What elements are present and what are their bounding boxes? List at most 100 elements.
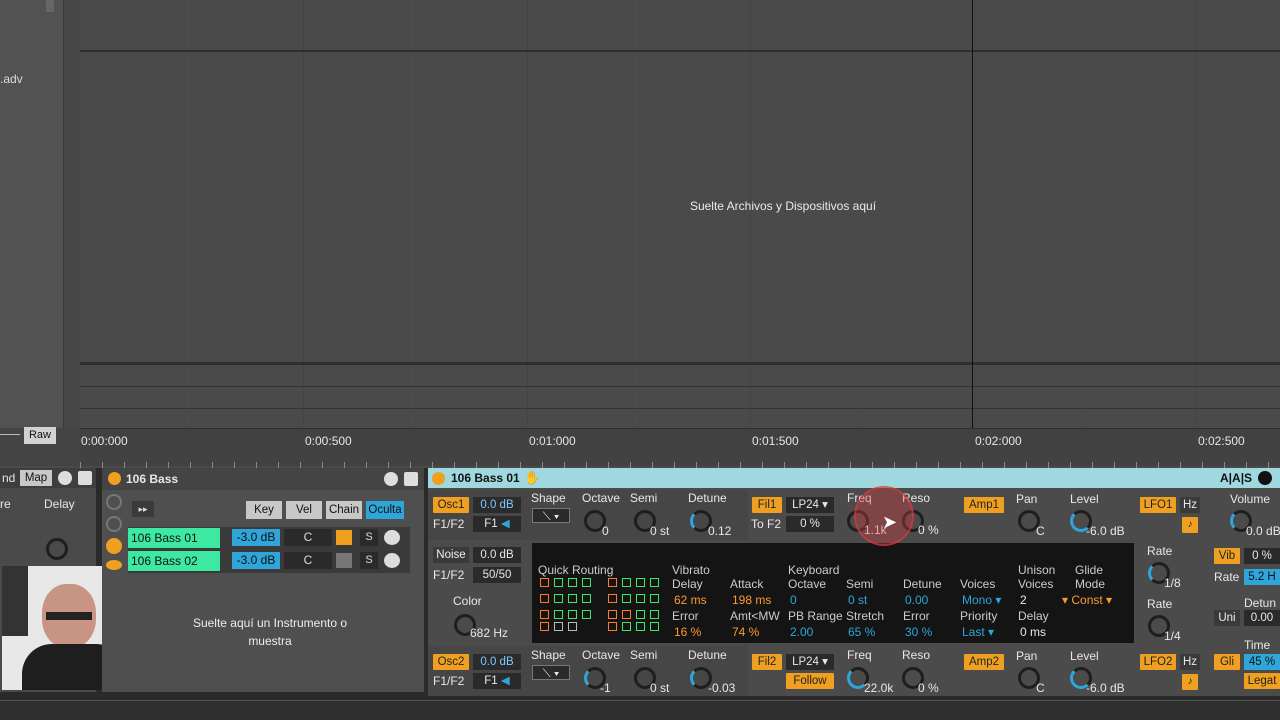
glide-time-value[interactable]: 45 % bbox=[1244, 654, 1280, 670]
hand-icon: ✋ bbox=[524, 470, 541, 485]
fil2-button[interactable]: Fil2 bbox=[752, 654, 782, 670]
amp1-button[interactable]: Amp1 bbox=[964, 497, 1004, 513]
routing-preset-1[interactable] bbox=[540, 578, 596, 631]
pb-range-value[interactable]: 2.00 bbox=[790, 625, 813, 639]
delay-knob[interactable] bbox=[46, 538, 68, 560]
timeline-ruler[interactable] bbox=[80, 428, 1280, 466]
chain-volume[interactable]: -3.0 dB bbox=[232, 529, 280, 546]
lfo2-sync-icon[interactable]: ♪ bbox=[1182, 674, 1198, 690]
map-button[interactable]: Map bbox=[20, 470, 52, 486]
scroll-handle[interactable] bbox=[46, 0, 54, 12]
routing-preset-2[interactable] bbox=[608, 578, 664, 631]
osc1-gain[interactable]: 0.0 dB bbox=[473, 497, 521, 513]
osc2-detune-value: -0.03 bbox=[708, 681, 736, 695]
rack-edit-icon[interactable] bbox=[384, 472, 398, 486]
kb-detune-value[interactable]: 0.00 bbox=[905, 593, 928, 607]
uni-button[interactable]: Uni bbox=[1214, 610, 1240, 626]
voices-select[interactable]: Mono ▾ bbox=[962, 593, 1001, 607]
amp2-button[interactable]: Amp2 bbox=[964, 654, 1004, 670]
uni-value[interactable]: 0.00 bbox=[1244, 610, 1280, 626]
hide-button[interactable]: Oculta bbox=[366, 501, 404, 519]
vel-button[interactable]: Vel bbox=[286, 501, 322, 519]
osc1-route[interactable]: F1 ◀ bbox=[473, 516, 521, 532]
glide-button[interactable]: Gli bbox=[1214, 654, 1240, 670]
chain-options-icon[interactable] bbox=[384, 553, 400, 568]
noise-route-label: F1/F2 bbox=[433, 568, 465, 582]
vibrato-error-value[interactable]: 16 % bbox=[674, 625, 701, 639]
synth-header[interactable] bbox=[428, 468, 1280, 488]
drop-hint: Suelte Archivos y Dispositivos aquí bbox=[689, 199, 877, 213]
arrangement-view[interactable]: .adv Suelte Archivos y Dispositivos aquí… bbox=[0, 0, 1280, 468]
rack-title: 106 Bass bbox=[126, 472, 179, 486]
fil1-button[interactable]: Fil1 bbox=[752, 497, 782, 513]
fil2-freq-label: Freq bbox=[847, 648, 872, 662]
chain-pan[interactable]: C bbox=[284, 552, 332, 569]
osc2-gain[interactable]: 0.0 dB bbox=[473, 654, 521, 670]
fil2-follow-button[interactable]: Follow bbox=[786, 673, 834, 689]
vib-value[interactable]: 0 % bbox=[1244, 548, 1280, 564]
solo-button[interactable]: S bbox=[360, 529, 378, 546]
kb-error-value[interactable]: 30 % bbox=[905, 625, 932, 639]
amt-mw-value[interactable]: 74 % bbox=[732, 625, 759, 639]
vib-rate-value[interactable]: 5.2 H bbox=[1244, 569, 1280, 585]
synth-power-icon[interactable] bbox=[432, 472, 445, 485]
chain-button[interactable]: Chain bbox=[326, 501, 362, 519]
noise-route[interactable]: 50/50 bbox=[473, 567, 521, 583]
kb-semi-value[interactable]: 0 st bbox=[848, 593, 867, 607]
noise-gain[interactable]: 0.0 dB bbox=[473, 547, 521, 563]
fil1-type-select[interactable]: LP24 ▾ bbox=[786, 497, 834, 513]
browser-scroll-strip[interactable] bbox=[64, 0, 80, 428]
lfo1-sync-icon[interactable]: ♪ bbox=[1182, 517, 1198, 533]
speaker-icon[interactable] bbox=[336, 530, 352, 545]
rack-device-icon[interactable] bbox=[106, 560, 122, 570]
speaker-icon[interactable] bbox=[336, 553, 352, 568]
unison-voices-value[interactable]: 2 bbox=[1020, 593, 1027, 607]
osc2-button[interactable]: Osc2 bbox=[433, 654, 469, 670]
rack-macro-icon[interactable] bbox=[106, 494, 122, 510]
synth-options-icon[interactable] bbox=[1258, 471, 1272, 485]
rack-power-icon[interactable] bbox=[108, 472, 121, 485]
unison-delay-value[interactable]: 0 ms bbox=[1020, 625, 1046, 639]
keyboard-label: Keyboard bbox=[788, 563, 840, 577]
osc2-shape-label: Shape bbox=[531, 648, 566, 662]
raw-button[interactable]: Raw bbox=[24, 427, 56, 444]
rack-chain-icon[interactable] bbox=[106, 516, 122, 532]
chain-pan[interactable]: C bbox=[284, 529, 332, 546]
edit-icon[interactable] bbox=[58, 471, 72, 485]
vibrato-attack-value[interactable]: 198 ms bbox=[732, 593, 771, 607]
priority-label: Priority bbox=[960, 609, 998, 623]
lfo1-unit-toggle[interactable]: Hz bbox=[1180, 497, 1200, 513]
file-label[interactable]: .adv bbox=[0, 72, 23, 86]
stretch-value[interactable]: 65 % bbox=[848, 625, 875, 639]
glide-mode-select[interactable]: ▾ Const ▾ bbox=[1062, 593, 1112, 607]
osc2-route[interactable]: F1 ◀ bbox=[473, 673, 521, 689]
priority-select[interactable]: Last ▾ bbox=[962, 625, 994, 639]
key-button[interactable]: Key bbox=[246, 501, 282, 519]
vib-button[interactable]: Vib bbox=[1214, 548, 1240, 564]
osc1-button[interactable]: Osc1 bbox=[433, 497, 469, 513]
legato-button[interactable]: Legat bbox=[1244, 673, 1280, 689]
amp1-pan-label: Pan bbox=[1016, 492, 1038, 506]
osc1-detune-label: Detune bbox=[688, 491, 727, 505]
lfo2-button[interactable]: LFO2 bbox=[1140, 654, 1176, 670]
rack-save-icon[interactable] bbox=[404, 472, 418, 486]
lfo2-rate-label: Rate bbox=[1147, 597, 1173, 611]
chain-volume[interactable]: -3.0 dB bbox=[232, 552, 280, 569]
vibrato-delay-value[interactable]: 62 ms bbox=[674, 593, 707, 607]
save-icon[interactable] bbox=[78, 471, 92, 485]
lfo2-unit-toggle[interactable]: Hz bbox=[1180, 654, 1200, 670]
osc1-shape-select[interactable]: ⟍ ▾ bbox=[532, 508, 570, 523]
chain-options-icon[interactable] bbox=[384, 530, 400, 545]
fil1-to-value[interactable]: 0 % bbox=[786, 516, 834, 532]
noise-button[interactable]: Noise bbox=[433, 547, 469, 563]
rack-drop-hint: Suelte aquí un Instrumento o muestra bbox=[192, 616, 348, 648]
chain-row-name[interactable]: 106 Bass 01 bbox=[128, 528, 220, 548]
kb-octave-value[interactable]: 0 bbox=[790, 593, 797, 607]
chain-row-name[interactable]: 106 Bass 02 bbox=[128, 551, 220, 571]
chain-select-icon[interactable]: ▸▸ bbox=[132, 501, 154, 517]
solo-button[interactable]: S bbox=[360, 552, 378, 569]
fil2-type-select[interactable]: LP24 ▾ bbox=[786, 654, 834, 670]
osc2-shape-select[interactable]: ⟍ ▾ bbox=[532, 665, 570, 680]
rack-list-icon[interactable] bbox=[106, 538, 122, 554]
lfo1-button[interactable]: LFO1 bbox=[1140, 497, 1176, 513]
